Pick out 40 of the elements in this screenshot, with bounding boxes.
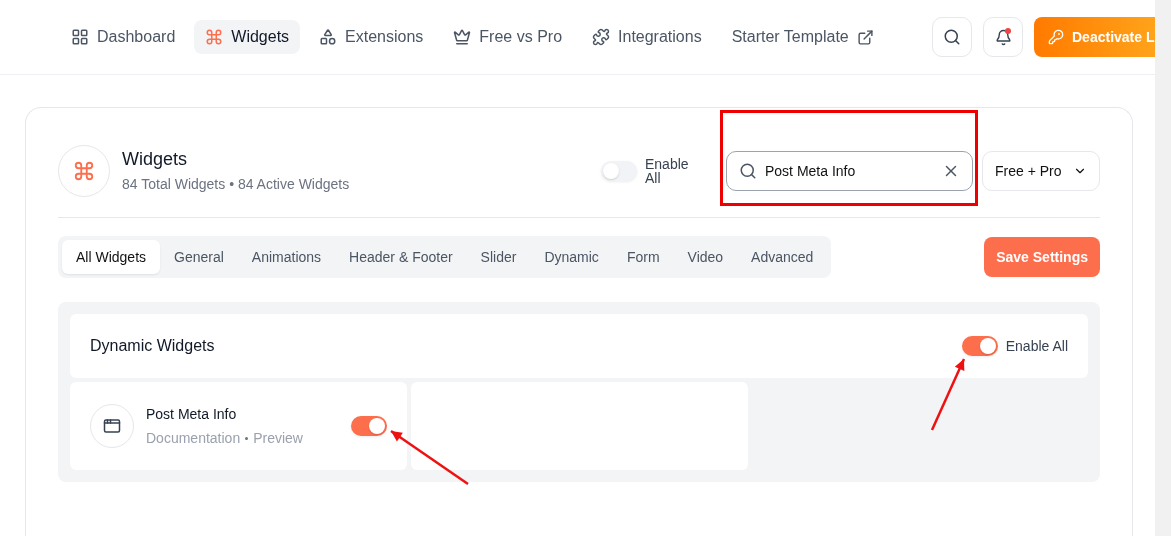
widget-toggle[interactable] <box>351 416 387 436</box>
widget-name: Post Meta Info <box>146 406 238 422</box>
command-icon <box>73 159 95 182</box>
window-edit-icon <box>103 417 121 435</box>
search-field[interactable]: Post Meta Info <box>726 150 973 191</box>
category-tab[interactable]: All Widgets <box>62 240 161 274</box>
search-icon <box>943 28 961 46</box>
category-tab[interactable]: Dynamic <box>530 240 613 274</box>
plan-filter-dropdown[interactable]: Free + Pro <box>982 150 1100 191</box>
grid-icon <box>71 28 89 46</box>
bell-icon <box>994 28 1012 46</box>
search-button[interactable] <box>932 17 972 57</box>
category-tab[interactable]: General <box>160 240 238 274</box>
category-tab[interactable]: Video <box>673 240 738 274</box>
puzzle-icon <box>592 28 611 46</box>
category-tab[interactable]: Animations <box>237 240 336 274</box>
nav-tab[interactable]: Widgets <box>194 20 301 54</box>
widget-count: 84 Total Widgets • 84 Active Widgets <box>122 176 350 192</box>
enable-all-toggle[interactable] <box>961 336 998 356</box>
command-icon <box>205 28 224 46</box>
section-title: Dynamic Widgets <box>90 337 215 355</box>
shapes-icon <box>319 28 338 46</box>
category-tab[interactable]: Advanced <box>737 240 828 274</box>
enable-all-label: Enable All <box>645 156 690 185</box>
nav-tab[interactable]: Integrations <box>581 20 713 54</box>
category-tab[interactable]: Slider <box>466 240 531 274</box>
page-title: Widgets <box>122 149 189 170</box>
enable-all-toggle[interactable] <box>601 160 637 181</box>
enable-all-label: Enable All <box>1005 339 1068 353</box>
category-tab[interactable]: Form <box>612 240 674 274</box>
nav-tab[interactable]: Free vs Pro <box>442 20 574 54</box>
separator-dot <box>245 436 249 440</box>
nav-tab[interactable]: Starter Template <box>720 20 885 54</box>
notification-button[interactable] <box>983 17 1023 57</box>
search-icon <box>739 161 757 180</box>
nav-tab[interactable]: Dashboard <box>60 20 187 54</box>
key-icon <box>1048 29 1064 45</box>
nav-tab[interactable]: Extensions <box>308 20 435 54</box>
crown-icon <box>453 28 472 46</box>
category-tab[interactable]: Header & Footer <box>335 240 467 274</box>
